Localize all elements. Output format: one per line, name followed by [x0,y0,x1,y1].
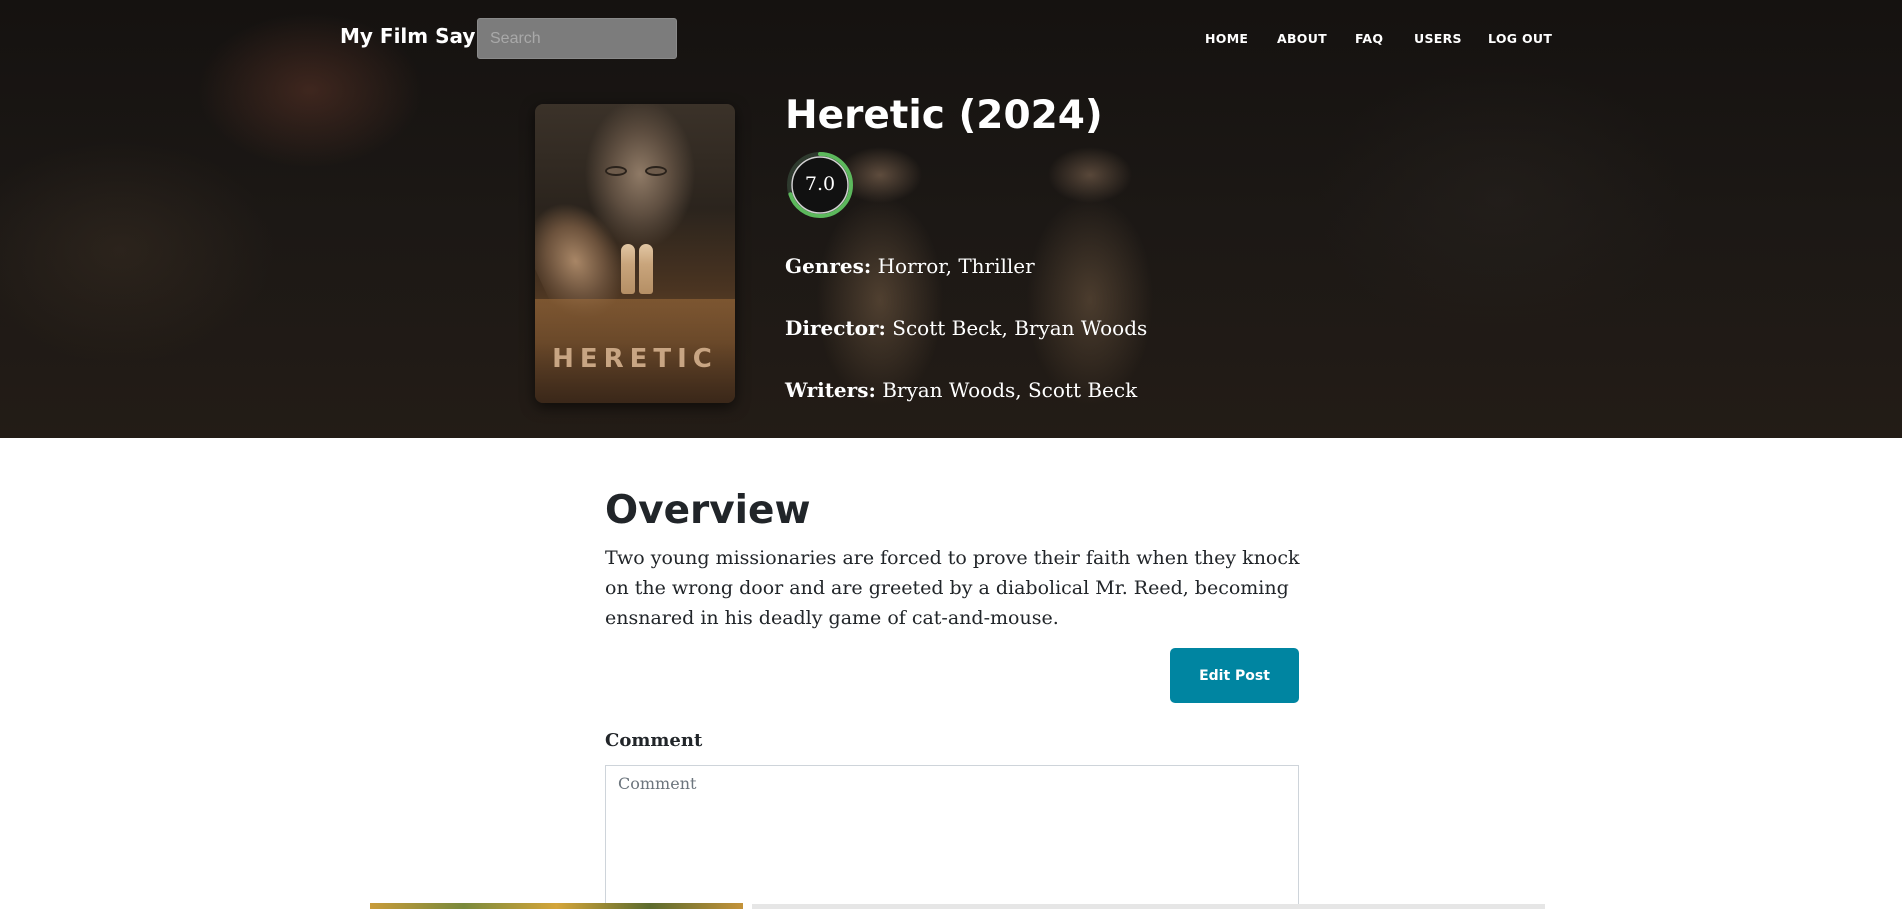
overview-heading: Overview [605,488,811,533]
poster-title-logo: HERETIC [552,344,718,374]
next-item-thumbnail[interactable] [370,903,743,909]
director-label: Director: [785,316,886,340]
nav-home-link[interactable]: HOME [1205,31,1248,46]
director-line: Director: Scott Beck, Bryan Woods [785,316,1147,340]
movie-title: Heretic (2024) [785,93,1103,138]
overview-text: Two young missionaries are forced to pro… [605,547,1300,629]
genres-label: Genres: [785,254,872,278]
poster-figure-right [639,244,653,294]
writers-value: Bryan Woods, Scott Beck [882,378,1138,402]
rating-badge: 7.0 [785,150,855,220]
genres-line: Genres: Horror, Thriller [785,254,1035,278]
movie-hero-banner: My Film Say HOME ABOUT FAQ USERS LOG OUT… [0,0,1902,438]
poster-glasses-right [645,166,667,176]
nav-users-link[interactable]: USERS [1414,31,1462,46]
poster-figure-left [621,244,635,294]
comment-textarea[interactable] [605,765,1299,909]
movie-poster: HERETIC [535,104,735,403]
edit-post-button[interactable]: Edit Post [1170,648,1299,703]
nav-faq-link[interactable]: FAQ [1355,31,1383,46]
genres-value: Horror, Thriller [877,254,1035,278]
writers-label: Writers: [785,378,876,402]
search-input[interactable] [477,18,677,59]
navbar: My Film Say HOME ABOUT FAQ USERS LOG OUT [0,0,1902,78]
next-item-panel [752,904,1545,909]
writers-line: Writers: Bryan Woods, Scott Beck [785,378,1137,402]
director-value: Scott Beck, Bryan Woods [892,316,1148,340]
brand-logo[interactable]: My Film Say [340,24,475,48]
rating-value: 7.0 [804,173,836,195]
nav-about-link[interactable]: ABOUT [1277,31,1327,46]
nav-logout-link[interactable]: LOG OUT [1488,31,1552,46]
comment-label: Comment [605,730,703,751]
poster-glasses-left [605,166,627,176]
